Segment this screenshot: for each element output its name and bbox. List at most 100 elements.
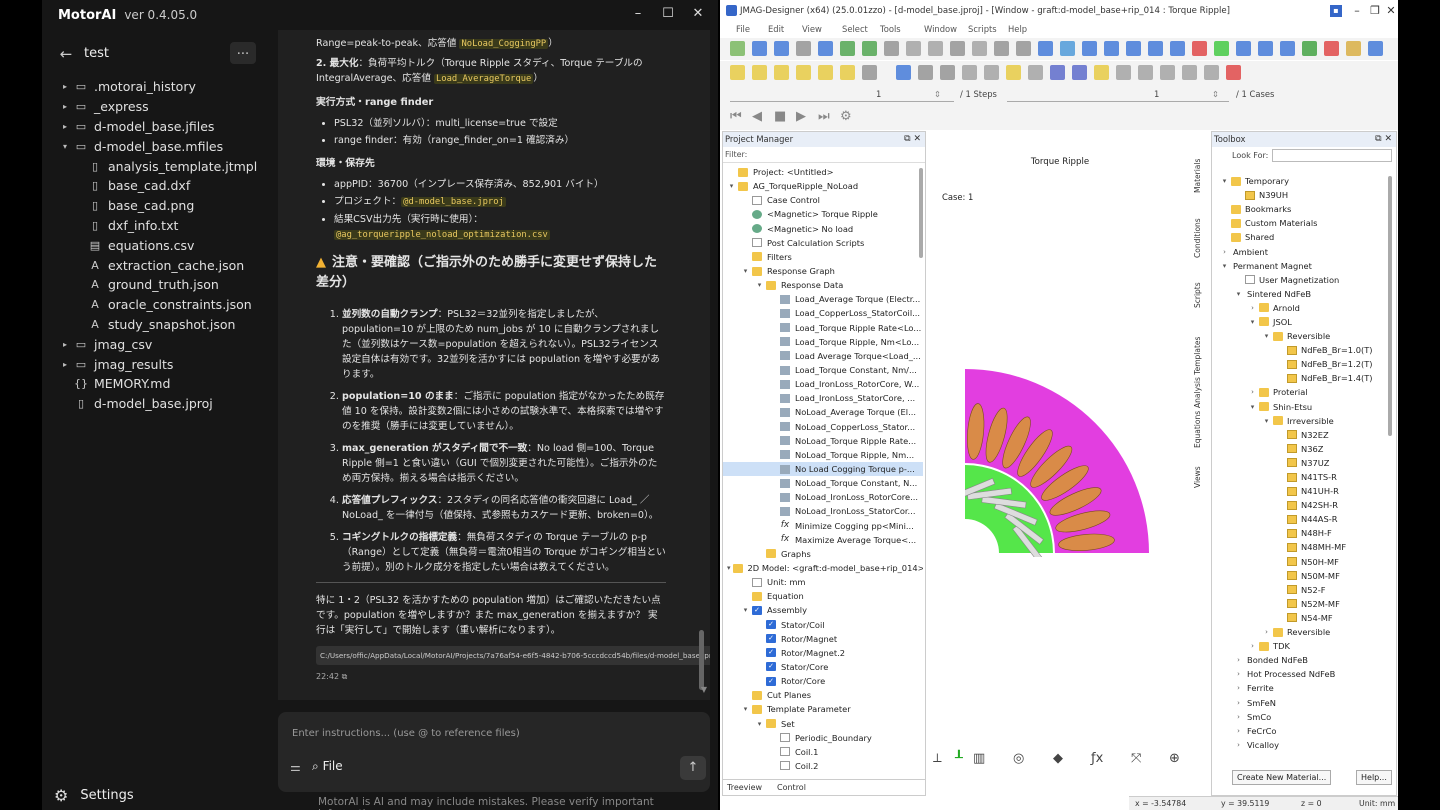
tree-item[interactable]: › TDK bbox=[1216, 639, 1391, 653]
toolbar-tool-icon[interactable] bbox=[972, 41, 987, 56]
tab-control[interactable]: Control bbox=[777, 783, 806, 792]
tree-item[interactable]: Coil.1 bbox=[723, 745, 923, 759]
tab-treeview[interactable]: Treeview bbox=[727, 783, 762, 792]
toolbar-tool-icon[interactable] bbox=[1302, 41, 1317, 56]
side-tab-conditions[interactable]: Conditions bbox=[1193, 218, 1202, 258]
tree-item[interactable]: N50M-MF bbox=[1216, 569, 1391, 583]
tree-item[interactable]: N42SH-R bbox=[1216, 498, 1391, 512]
geometry-tool-icon[interactable] bbox=[896, 65, 911, 80]
folder-item[interactable]: ▸ ▭ _express bbox=[42, 97, 278, 117]
tree-item[interactable]: ✓ Rotor/Magnet.2 bbox=[723, 646, 923, 660]
tree-item[interactable]: ▾ ✓ Assembly bbox=[723, 603, 923, 617]
toolbar-tool-icon[interactable] bbox=[1214, 41, 1229, 56]
tree-item[interactable]: › Ferrite bbox=[1216, 681, 1391, 695]
view-icon[interactable]: ◎ bbox=[1013, 751, 1024, 766]
graph-icon[interactable]: ▥ bbox=[973, 751, 985, 766]
expand-icon[interactable]: › bbox=[1234, 653, 1243, 667]
tree-item[interactable]: ▾ Template Parameter bbox=[723, 702, 923, 716]
tree-item[interactable]: › FeCrCo bbox=[1216, 724, 1391, 738]
checkbox-icon[interactable]: ✓ bbox=[766, 648, 776, 658]
toolbar-tool-icon[interactable] bbox=[1082, 41, 1097, 56]
tree-item[interactable]: Case Control bbox=[723, 193, 923, 207]
file-item[interactable]: {} MEMORY.md bbox=[42, 374, 278, 394]
create-material-button[interactable]: Create New Material... bbox=[1232, 770, 1332, 785]
toolbar-tool-icon[interactable] bbox=[730, 41, 745, 56]
side-tab-analysis-templates[interactable]: Analysis Templates bbox=[1193, 337, 1202, 408]
expand-icon[interactable]: ▾ bbox=[741, 603, 750, 617]
expand-icon[interactable]: ▾ bbox=[727, 561, 731, 575]
chat-input-box[interactable]: Enter instructions... (use @ to referenc… bbox=[278, 712, 710, 792]
tree-item[interactable]: N41TS-R bbox=[1216, 470, 1391, 484]
side-tab-equations[interactable]: Equations bbox=[1193, 411, 1202, 448]
file-item[interactable]: ▯ dxf_info.txt bbox=[42, 216, 278, 236]
tree-item[interactable]: ▾ JSOL bbox=[1216, 315, 1391, 329]
geometry-tool-icon[interactable] bbox=[1182, 65, 1197, 80]
tree-item[interactable]: ▾ Response Data bbox=[723, 278, 923, 292]
function-icon[interactable]: ƒx bbox=[1091, 751, 1103, 766]
tree-item[interactable]: ▾ Set bbox=[723, 716, 923, 730]
scrollbar[interactable] bbox=[699, 630, 704, 690]
checkbox-icon[interactable]: ✓ bbox=[766, 662, 776, 672]
chevron-icon[interactable]: ▸ bbox=[60, 360, 70, 369]
tree-item[interactable]: ✓ Stator/Core bbox=[723, 660, 923, 674]
toolbar-tool-icon[interactable] bbox=[1368, 41, 1383, 56]
expand-icon[interactable]: ▾ bbox=[1220, 259, 1229, 273]
tree-item[interactable]: N32EZ bbox=[1216, 428, 1391, 442]
tree-item[interactable]: › Arnold bbox=[1216, 301, 1391, 315]
menu-select[interactable]: Select bbox=[842, 24, 868, 34]
copy-icon[interactable]: ⧉ bbox=[342, 672, 348, 681]
toolbar-tool-icon[interactable] bbox=[950, 41, 965, 56]
menu-file[interactable]: File bbox=[736, 24, 750, 34]
tree-item[interactable]: Post Calculation Scripts bbox=[723, 236, 923, 250]
file-item[interactable]: Astudy_snapshot.json bbox=[42, 315, 278, 335]
close-icon[interactable]: ⧉ ✕ bbox=[1375, 132, 1392, 147]
toolbar-tool-icon[interactable] bbox=[1280, 41, 1295, 56]
expand-icon[interactable]: › bbox=[1248, 385, 1257, 399]
file-path-chip[interactable]: C:/Users/offic/AppData/Local/MotorAI/Pro… bbox=[316, 646, 710, 665]
tree-item[interactable]: ✓ Stator/Coil bbox=[723, 618, 923, 632]
tree-item[interactable]: User Magnetization bbox=[1216, 273, 1391, 287]
first-frame-icon[interactable]: ⏮ bbox=[730, 109, 742, 124]
toolbar-tool-icon[interactable] bbox=[1346, 41, 1361, 56]
tree-item[interactable]: NoLoad_IronLoss_StatorCor... bbox=[723, 504, 923, 518]
toolbar-tool-icon[interactable] bbox=[1170, 41, 1185, 56]
geometry-tool-icon[interactable] bbox=[1138, 65, 1153, 80]
geometry-tool-icon[interactable] bbox=[1028, 65, 1043, 80]
axis-icon[interactable]: ⟂ bbox=[933, 751, 942, 766]
graphics-viewport[interactable]: Torque Ripple Case: 1 ⟂ ┸ ▥ ◎ ◆ ƒx ⤧ ⊕ bbox=[929, 131, 1191, 796]
folder-item[interactable]: ▸ ▭ jmag_csv bbox=[42, 334, 278, 354]
geometry-tool-icon[interactable] bbox=[1072, 65, 1087, 80]
geometry-tool-icon[interactable] bbox=[1006, 65, 1021, 80]
menu-view[interactable]: View bbox=[802, 24, 822, 34]
tree-item[interactable]: N50H-MF bbox=[1216, 555, 1391, 569]
geometry-tool-icon[interactable] bbox=[1116, 65, 1131, 80]
file-reference[interactable]: @ag_torqueripple_noload_optimization.csv bbox=[334, 230, 550, 240]
tree-item[interactable]: No Load Cogging Torque p-... bbox=[723, 461, 923, 477]
expand-icon[interactable]: › bbox=[1248, 301, 1257, 315]
chevron-icon[interactable]: ▸ bbox=[60, 82, 70, 91]
tree-item[interactable]: ▾ Irreversible bbox=[1216, 414, 1391, 428]
play-icon[interactable]: ▶ bbox=[796, 109, 806, 124]
tree-item[interactable]: NoLoad_Torque Constant, N... bbox=[723, 476, 923, 490]
toolbar-tool-icon[interactable] bbox=[994, 41, 1009, 56]
file-reference[interactable]: @d-model_base.jproj bbox=[401, 197, 506, 207]
settings-button[interactable]: ⚙ Settings bbox=[54, 786, 134, 805]
tree-item[interactable]: ▾ AG_TorqueRipple_NoLoad bbox=[723, 179, 923, 193]
file-item[interactable]: Aextraction_cache.json bbox=[42, 255, 278, 275]
expand-icon[interactable]: ▾ bbox=[1248, 400, 1257, 414]
coordinate-icon[interactable]: ┸ bbox=[955, 751, 963, 766]
tree-item[interactable]: Unit: mm bbox=[723, 575, 923, 589]
close-icon[interactable]: ✕ bbox=[686, 4, 710, 24]
side-tab-materials[interactable]: Materials bbox=[1193, 159, 1202, 193]
minimize-icon[interactable]: – bbox=[626, 4, 650, 24]
geometry-tool-icon[interactable] bbox=[818, 65, 833, 80]
tree-item[interactable]: Custom Materials bbox=[1216, 216, 1391, 230]
scrollbar[interactable] bbox=[1388, 176, 1392, 436]
toolbar-tool-icon[interactable] bbox=[906, 41, 921, 56]
file-item[interactable]: Aground_truth.json bbox=[42, 275, 278, 295]
checkbox-icon[interactable]: ✓ bbox=[766, 620, 776, 630]
scrollbar[interactable] bbox=[919, 168, 923, 258]
toolbar-tool-icon[interactable] bbox=[1060, 41, 1075, 56]
tree-item[interactable]: Load_Average Torque (Electr... bbox=[723, 292, 923, 306]
expand-icon[interactable]: › bbox=[1234, 667, 1243, 681]
